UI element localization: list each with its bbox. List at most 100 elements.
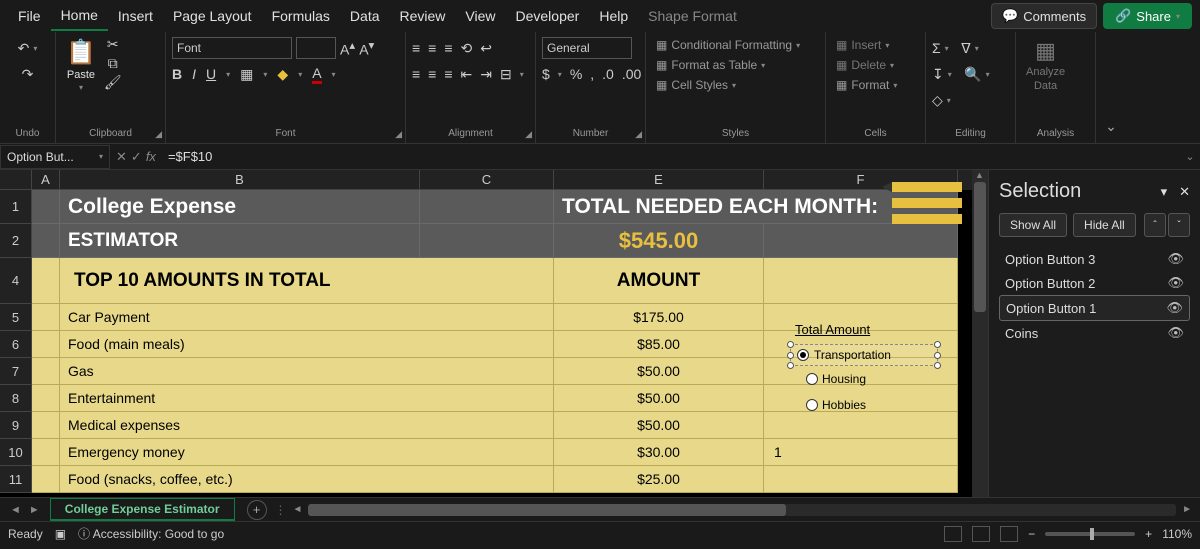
scroll-right-icon[interactable]: ► (1182, 504, 1192, 515)
vertical-scroll-thumb[interactable] (974, 182, 986, 312)
new-sheet-button[interactable]: + (247, 500, 267, 520)
align-right-icon[interactable]: ≡ (444, 66, 452, 82)
cell-expense-amount[interactable]: $50.00 (554, 385, 764, 412)
row-header[interactable]: 11 (0, 466, 32, 493)
option-hobbies[interactable]: Hobbies (822, 398, 866, 412)
radio-icon[interactable] (806, 399, 818, 411)
zoom-level[interactable]: 110% (1162, 527, 1192, 541)
page-break-view-icon[interactable] (1000, 526, 1018, 542)
cell-expense-amount[interactable]: $50.00 (554, 358, 764, 385)
menu-page-layout[interactable]: Page Layout (163, 2, 262, 30)
decrease-font-icon[interactable]: A▾ (359, 38, 374, 58)
row-header[interactable]: 8 (0, 385, 32, 412)
currency-icon[interactable]: $ (542, 66, 550, 82)
menu-help[interactable]: Help (589, 2, 638, 30)
zoom-out-icon[interactable]: − (1028, 527, 1035, 541)
row-header[interactable]: 5 (0, 304, 32, 331)
borders-icon[interactable]: ▦ (240, 66, 253, 83)
menu-review[interactable]: Review (390, 2, 456, 30)
cell[interactable] (32, 358, 60, 385)
conditional-formatting-button[interactable]: ▦Conditional Formatting▾ (652, 36, 804, 54)
bring-forward-icon[interactable]: ˆ (1144, 213, 1166, 237)
menu-file[interactable]: File (8, 2, 51, 30)
comma-icon[interactable]: , (590, 66, 594, 82)
selection-item[interactable]: Option Button 2👁 (999, 271, 1190, 295)
zoom-in-icon[interactable]: + (1145, 527, 1152, 541)
cell-list-header[interactable]: TOP 10 AMOUNTS IN TOTAL (60, 258, 554, 304)
cell-expense-label[interactable]: Food (main meals) (60, 331, 554, 358)
page-layout-view-icon[interactable] (972, 526, 990, 542)
horizontal-scroll-thumb[interactable] (308, 504, 785, 516)
align-bottom-icon[interactable]: ≡ (444, 40, 452, 56)
selection-item[interactable]: Coins👁 (999, 321, 1190, 345)
cell[interactable] (32, 304, 60, 331)
expand-formula-bar-icon[interactable]: ⌄ (1180, 150, 1200, 163)
row-header[interactable]: 1 (0, 190, 32, 224)
tab-nav-prev-icon[interactable]: ◄ (10, 504, 21, 516)
col-header-a[interactable]: A (32, 170, 60, 190)
italic-icon[interactable]: I (192, 66, 196, 82)
paste-button[interactable]: 📋 Paste▾ (62, 36, 100, 94)
visibility-toggle-icon[interactable]: 👁 (1167, 275, 1184, 291)
close-pane-icon[interactable]: ✕ (1179, 184, 1190, 200)
horizontal-scrollbar[interactable] (308, 504, 1176, 516)
sort-filter-icon[interactable]: ᐁ (961, 40, 971, 57)
decrease-indent-icon[interactable]: ⇤ (461, 66, 473, 83)
orientation-icon[interactable]: ⟲ (461, 40, 473, 57)
font-color-icon[interactable]: A (312, 65, 321, 84)
cell-expense-amount[interactable]: $25.00 (554, 466, 764, 493)
row-header[interactable]: 9 (0, 412, 32, 439)
cell-expense-label[interactable]: Entertainment (60, 385, 554, 412)
number-launcher-icon[interactable]: ◢ (635, 129, 642, 140)
fill-color-icon[interactable]: ◆ (277, 66, 288, 83)
menu-insert[interactable]: Insert (108, 2, 163, 30)
decrease-decimal-icon[interactable]: .00 (622, 66, 641, 82)
row-header[interactable]: 6 (0, 331, 32, 358)
row-header[interactable]: 10 (0, 439, 32, 466)
share-button[interactable]: 🔗Share▾ (1103, 3, 1192, 29)
send-backward-icon[interactable]: ˇ (1168, 213, 1190, 237)
cell[interactable] (32, 331, 60, 358)
cell-expense-label[interactable]: Gas (60, 358, 554, 385)
cell[interactable] (32, 412, 60, 439)
cell[interactable] (32, 385, 60, 412)
select-all-corner[interactable] (0, 170, 32, 190)
tab-nav-next-icon[interactable]: ► (29, 504, 40, 516)
worksheet-grid[interactable]: A B C E F 1 College Expense TOTAL NEEDED… (0, 170, 972, 497)
tab-split-handle[interactable]: ⋮ (275, 503, 287, 517)
cell[interactable] (32, 466, 60, 493)
selection-item[interactable]: Option Button 3👁 (999, 247, 1190, 271)
cell-expense-amount[interactable]: $175.00 (554, 304, 764, 331)
cell-title[interactable]: College Expense (60, 190, 420, 224)
cell-expense-label[interactable]: Car Payment (60, 304, 554, 331)
cancel-formula-icon[interactable]: ✕ (116, 149, 127, 165)
cell-styles-button[interactable]: ▦Cell Styles▾ (652, 76, 740, 94)
col-header-f[interactable]: F (764, 170, 958, 190)
clear-icon[interactable]: ◇ (932, 92, 943, 109)
wrap-text-icon[interactable]: ↩ (480, 40, 492, 57)
cell[interactable] (764, 412, 958, 439)
bold-icon[interactable]: B (172, 66, 182, 82)
comments-button[interactable]: 💬Comments (991, 3, 1097, 29)
underline-icon[interactable]: U (206, 66, 216, 82)
align-top-icon[interactable]: ≡ (412, 40, 420, 56)
cell[interactable] (764, 466, 958, 493)
option-transportation[interactable]: Transportation (814, 348, 891, 362)
percent-icon[interactable]: % (570, 66, 582, 82)
analyze-data-button[interactable]: ▦ AnalyzeData (1022, 36, 1069, 94)
increase-indent-icon[interactable]: ⇥ (480, 66, 492, 83)
insert-cells-button[interactable]: ▦Insert▾ (832, 36, 893, 54)
fx-icon[interactable]: fx (146, 149, 156, 164)
font-size-combo[interactable] (296, 37, 336, 59)
option-button-2[interactable]: Housing (806, 372, 866, 386)
cell[interactable] (32, 439, 60, 466)
cell-expense-amount[interactable]: $30.00 (554, 439, 764, 466)
menu-view[interactable]: View (455, 2, 505, 30)
increase-decimal-icon[interactable]: .0 (602, 66, 614, 82)
increase-font-icon[interactable]: A▴ (340, 38, 355, 58)
vertical-scrollbar[interactable]: ▲ (972, 170, 988, 497)
selection-item[interactable]: Option Button 1👁 (999, 295, 1190, 321)
align-middle-icon[interactable]: ≡ (428, 40, 436, 56)
menu-shape-format[interactable]: Shape Format (638, 2, 747, 30)
normal-view-icon[interactable] (944, 526, 962, 542)
